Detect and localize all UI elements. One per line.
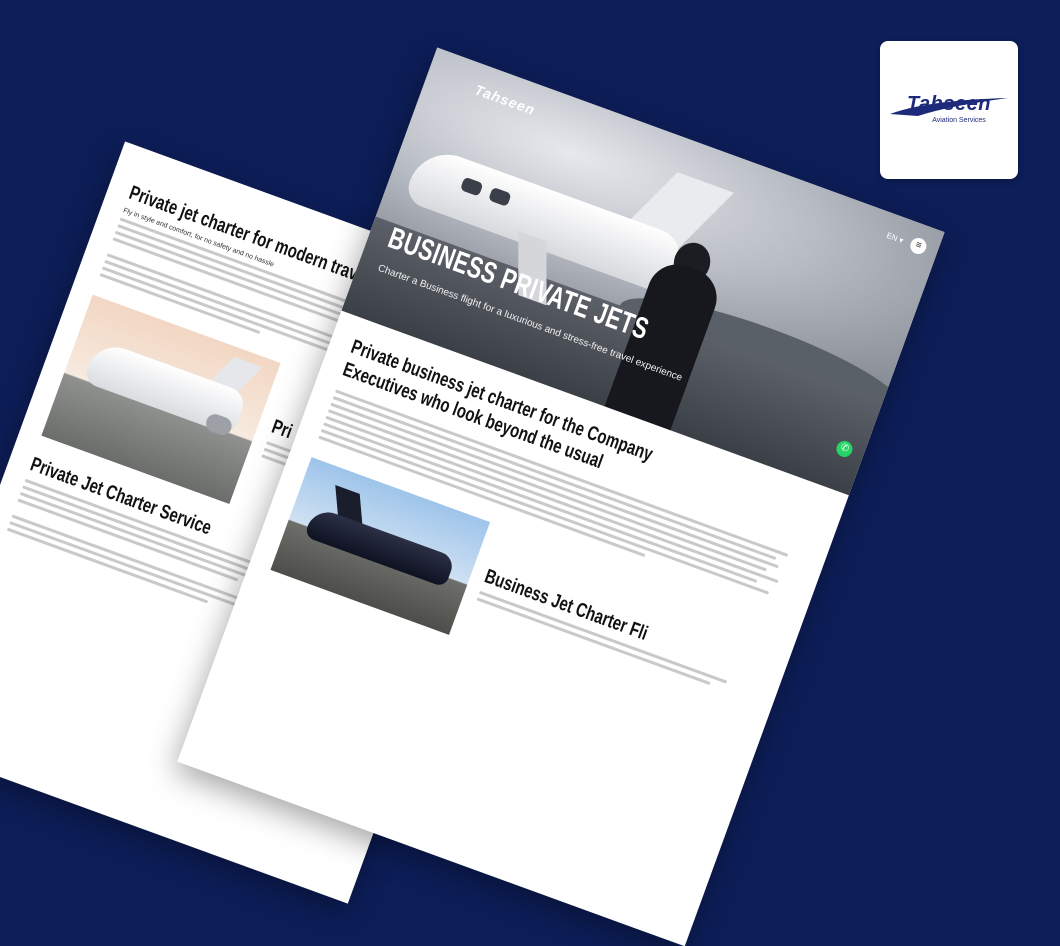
brand-logo-card: Tahseen Aviation Services [880, 41, 1018, 179]
brand-name: Tahseen [907, 93, 991, 115]
brand-tagline: Aviation Services [932, 117, 986, 124]
